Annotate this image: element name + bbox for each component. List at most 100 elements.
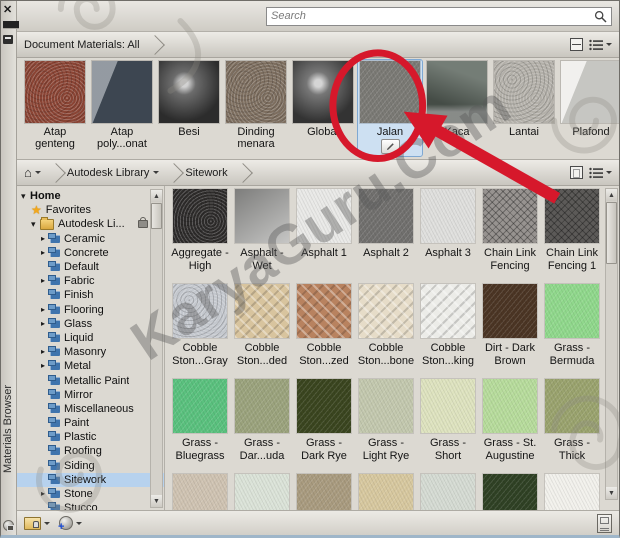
tree-item-label: Roofing: [64, 445, 102, 457]
close-icon[interactable]: ✕: [3, 3, 12, 16]
scrollbar-thumb[interactable]: [606, 202, 617, 264]
create-material-button[interactable]: [59, 516, 73, 530]
tree-item[interactable]: ▸ Miscellaneous: [17, 402, 164, 416]
scroll-down-icon[interactable]: ▼: [151, 495, 162, 507]
library-material-tile[interactable]: Grass - Dark Rye: [293, 379, 355, 474]
library-material-tile[interactable]: Cobble Ston...bone: [355, 284, 417, 379]
library-material-tile[interactable]: Grass - Bermuda: [541, 284, 603, 379]
breadcrumb-library[interactable]: Autodesk Library: [67, 167, 150, 179]
library-material-tile[interactable]: Asphalt 3: [417, 189, 479, 284]
tree-item[interactable]: ▸ Default: [17, 260, 164, 274]
material-thumbnail: [235, 379, 289, 433]
document-material-tile[interactable]: Besi: [156, 59, 222, 141]
category-icon: [50, 476, 60, 484]
tree-item[interactable]: ▸ Flooring: [17, 303, 164, 317]
document-material-tile[interactable]: Plafond: [558, 59, 620, 141]
thumbnail-view-icon[interactable]: [570, 166, 583, 179]
tree-item[interactable]: ★ Favorites: [17, 203, 164, 217]
tree-item[interactable]: ▸ Metallic Paint: [17, 373, 164, 387]
tree-item[interactable]: ▸ Stucco: [17, 501, 164, 510]
library-material-tile[interactable]: Grass - Light Rye: [355, 379, 417, 474]
scroll-up-icon[interactable]: ▲: [151, 190, 162, 202]
scroll-up-icon[interactable]: ▲: [606, 189, 617, 201]
library-material-tile[interactable]: Aggregate - High: [169, 189, 231, 284]
tree-item[interactable]: ▸ Roofing: [17, 444, 164, 458]
tree-item[interactable]: ▸ Mirror: [17, 388, 164, 402]
scrollbar-thumb[interactable]: [151, 203, 162, 229]
grid-scrollbar[interactable]: ▲ ▼: [605, 188, 618, 500]
settings-icon[interactable]: [3, 520, 14, 531]
tree-item[interactable]: ▸ Masonry: [17, 345, 164, 359]
tree-item[interactable]: ▸ Sitework: [17, 473, 164, 487]
library-material-tile[interactable]: Chain Link Fencing: [479, 189, 541, 284]
library-material-tile[interactable]: [169, 474, 231, 510]
library-material-tile[interactable]: Grass - St. Augustine: [479, 379, 541, 474]
scroll-down-icon[interactable]: ▼: [606, 487, 617, 499]
tree-item[interactable]: ▸ Finish: [17, 288, 164, 302]
document-material-tile[interactable]: Lantai: [491, 59, 557, 141]
library-material-tile[interactable]: Cobble Ston...ded: [231, 284, 293, 379]
library-material-tile[interactable]: [479, 474, 541, 510]
view-menu-button[interactable]: [589, 167, 612, 179]
library-material-tile[interactable]: Grass - Dar...uda: [231, 379, 293, 474]
library-material-tile[interactable]: Grass - Thick: [541, 379, 603, 474]
document-materials-label[interactable]: Document Materials: All: [24, 39, 140, 51]
library-material-tile[interactable]: Dirt - Dark Brown: [479, 284, 541, 379]
library-material-tile[interactable]: Asphalt 1: [293, 189, 355, 284]
library-material-tile[interactable]: Cobble Ston...king: [417, 284, 479, 379]
material-thumbnail: [297, 379, 351, 433]
tree-item[interactable]: ▸ Stone: [17, 487, 164, 501]
document-material-tile[interactable]: Jalan: [357, 59, 423, 157]
document-material-tile[interactable]: Atap poly...onat: [89, 59, 155, 153]
tree-item[interactable]: ▸ Glass: [17, 317, 164, 331]
document-material-tile[interactable]: Global: [290, 59, 356, 141]
tree-item[interactable]: ▸ Concrete: [17, 246, 164, 260]
library-material-tile[interactable]: [541, 474, 603, 510]
manage-library-button[interactable]: [24, 517, 41, 530]
library-material-tile[interactable]: Cobble Ston...Gray: [169, 284, 231, 379]
tree-item[interactable]: ▾ Autodesk Li...: [17, 217, 164, 231]
library-material-tile[interactable]: [293, 474, 355, 510]
document-material-tile[interactable]: Atap genteng: [22, 59, 88, 153]
library-material-tile[interactable]: Cobble Ston...zed: [293, 284, 355, 379]
thumbnail-view-icon[interactable]: [570, 38, 583, 51]
tree-item[interactable]: ▸ Liquid: [17, 331, 164, 345]
tree-item[interactable]: ▸ Ceramic: [17, 232, 164, 246]
library-material-tile[interactable]: [355, 474, 417, 510]
properties-icon[interactable]: [3, 35, 13, 44]
tree-item-label: Metallic Paint: [64, 375, 129, 387]
home-menu-caret-icon[interactable]: [35, 171, 41, 174]
library-material-tile[interactable]: Grass - Short: [417, 379, 479, 474]
category-icon: [50, 306, 60, 314]
swatch-size-button[interactable]: [597, 514, 612, 533]
document-material-tile[interactable]: Kaca: [424, 59, 490, 141]
tree-scrollbar[interactable]: ▲ ▼: [150, 189, 163, 508]
library-material-tile[interactable]: Grass - Bluegrass: [169, 379, 231, 474]
category-icon: [50, 291, 60, 299]
library-material-tile[interactable]: [231, 474, 293, 510]
expand-triangle-icon[interactable]: ▾: [21, 192, 30, 201]
library-material-tile[interactable]: [417, 474, 479, 510]
tree-item[interactable]: ▸ Fabric: [17, 274, 164, 288]
view-menu-button[interactable]: [589, 39, 612, 51]
breadcrumb-chevron-icon: [145, 35, 165, 55]
library-material-tile[interactable]: Asphalt - Wet: [231, 189, 293, 284]
tree-item[interactable]: ▸ Paint: [17, 416, 164, 430]
tree-item[interactable]: ▸ Siding: [17, 459, 164, 473]
library-material-tile[interactable]: Asphalt 2: [355, 189, 417, 284]
search-icon[interactable]: [594, 10, 607, 23]
autohide-icon[interactable]: [3, 20, 13, 29]
breadcrumb-category[interactable]: Sitework: [185, 167, 227, 179]
tree-item[interactable]: ▾ Home: [17, 189, 164, 203]
library-menu-caret-icon[interactable]: [153, 171, 159, 174]
tree-item[interactable]: ▸ Metal: [17, 359, 164, 373]
tree-item[interactable]: ▸ Plastic: [17, 430, 164, 444]
chevron-down-icon[interactable]: [44, 522, 50, 525]
home-icon[interactable]: ⌂: [24, 168, 32, 178]
expand-triangle-icon[interactable]: ▾: [31, 220, 40, 229]
edit-material-button[interactable]: [381, 139, 400, 154]
search-input[interactable]: Search: [266, 7, 612, 26]
library-material-tile[interactable]: Chain Link Fencing 1: [541, 189, 603, 284]
chevron-down-icon[interactable]: [76, 522, 82, 525]
document-material-tile[interactable]: Dinding menara: [223, 59, 289, 153]
